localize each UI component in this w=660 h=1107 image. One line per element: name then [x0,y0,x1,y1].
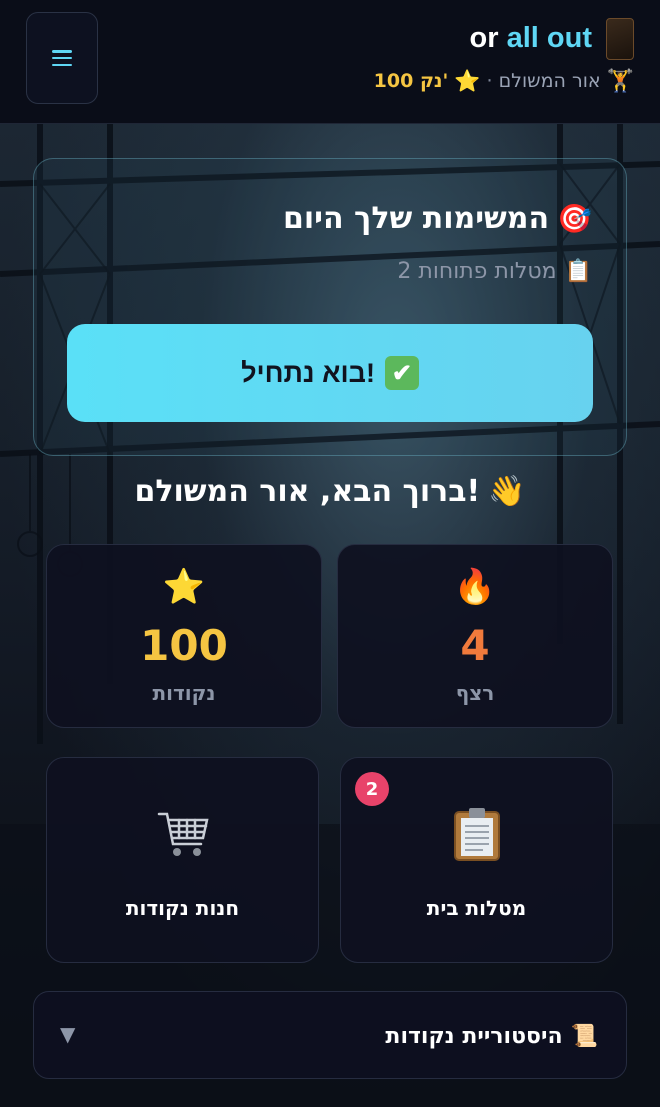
welcome-message: 👋 ברוך הבא, אור המשולם! [0,474,660,509]
user-summary: 🏋️ אור המשולם · ⭐ 100 נק' [374,66,634,96]
points-history-toggle[interactable]: 📜 היסטוריית נקודות ▼ [33,991,627,1079]
scroll-icon: 📜 [570,1023,598,1049]
homework-count-badge: 2 [355,772,389,806]
tasks-title-text: המשימות שלך היום [282,201,550,236]
separator: · [486,70,493,92]
streak-value: 4 [460,621,490,670]
star-icon: ⭐ [454,68,481,93]
points-value: 100 [140,621,228,670]
points-label: נקודות [152,681,216,705]
app-title: or all out [470,22,592,55]
menu-button[interactable] [26,12,98,104]
points-shop-label: חנות נקודות [125,896,240,920]
lets-start-label: בוא נתחיל! [241,357,375,388]
app-title-part2: all out [506,22,592,54]
history-title-text: היסטוריית נקודות [385,1023,563,1049]
points-shop-tile[interactable]: חנות נקודות [46,757,319,963]
shopping-cart-icon [47,806,318,866]
points-card: ⭐ 100 נקודות [46,544,322,728]
welcome-text: ברוך הבא, אור המשולם! [134,474,481,509]
app-header: or all out 🏋️ אור המשולם · ⭐ 100 נק' [0,0,660,124]
open-tasks-count: 📋 2 מטלות פתוחות [397,259,592,284]
weightlifter-icon: 🏋️ [606,68,634,94]
clipboard-icon: 📋 [564,259,592,284]
homework-tile[interactable]: 2 מטלות בית [340,757,613,963]
open-tasks-text: 2 מטלות פתוחות [397,259,557,284]
tasks-title: 🎯 המשימות שלך היום [283,201,592,236]
hamburger-icon [52,50,72,66]
app-logo-icon [606,18,634,60]
user-name: אור המשולם [498,70,601,92]
wave-icon: 👋 [488,474,526,509]
homework-label: מטלות בית [426,896,527,920]
app-title-part1: or [469,22,499,54]
lets-start-button[interactable]: ✔ בוא נתחיל! [67,324,593,422]
streak-label: רצף [455,681,495,705]
chevron-down-icon[interactable]: ▼ [60,1022,75,1046]
star-icon: ⭐ [162,567,206,607]
daily-tasks-card: 🎯 המשימות שלך היום 📋 2 מטלות פתוחות ✔ בו… [33,158,627,456]
header-points: 100 נק' [373,70,449,92]
fire-icon: 🔥 [453,567,497,607]
target-icon: 🎯 [557,202,592,235]
streak-card: 🔥 4 רצף [337,544,613,728]
history-title: 📜 היסטוריית נקודות [385,992,598,1080]
clipboard-icon [341,806,612,866]
check-icon: ✔ [384,356,419,390]
